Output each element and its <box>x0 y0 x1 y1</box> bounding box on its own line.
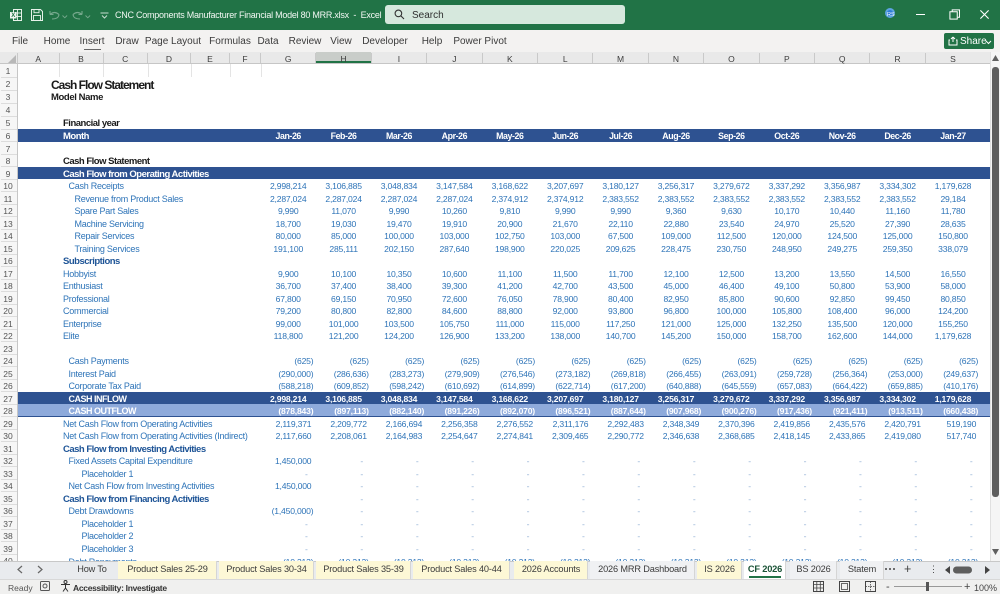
svg-text:X: X <box>11 13 15 19</box>
